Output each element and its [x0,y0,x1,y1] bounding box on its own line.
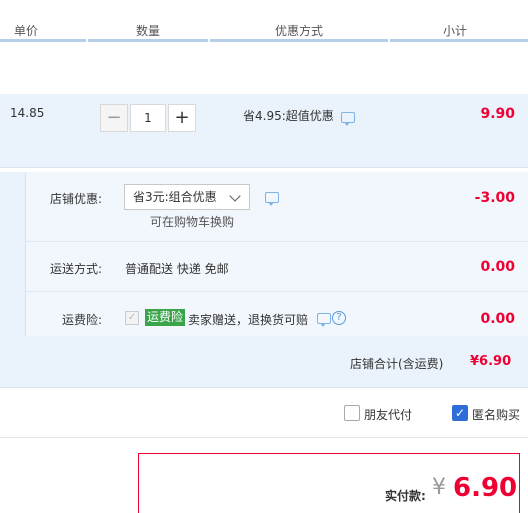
message-icon[interactable] [265,192,279,206]
payment-label: 实付款: [385,489,426,503]
message-icon[interactable] [317,313,331,327]
row-divider [25,241,528,242]
insurance-badge: 运费险 [145,309,186,326]
quantity-decrease-button[interactable]: − [100,104,128,132]
table-header: 单价 数量 优惠方式 小计 [0,0,528,42]
shop-discount-hint: 可在购物车换购 [150,215,235,229]
header-divider [88,39,208,42]
shop-discount-label: 店铺优惠: [50,192,103,206]
insurance-label: 运费险: [62,313,103,327]
insurance-text: 卖家赠送，退换货可赔 [188,313,309,327]
row-divider [25,291,528,292]
shipping-method: 普通配送 快递 免邮 [125,262,229,276]
shop-total-amount: ¥6.90 [470,354,512,369]
question-icon[interactable]: ? [332,311,346,325]
header-price: 单价 [14,24,39,38]
currency-symbol: ¥ [432,475,446,500]
shipping-label: 运送方式: [50,262,103,276]
payment-amount: 6.90 [453,473,518,503]
check-icon: ✓ [454,406,466,420]
anonymous-checkbox[interactable]: ✓ [452,405,468,421]
quantity-input[interactable]: 1 [130,104,166,132]
header-subtotal: 小计 [443,24,468,38]
friend-pay-checkbox[interactable] [344,405,360,421]
insurance-amount: 0.00 [480,311,515,327]
promotion-text: 省4.95:超值优惠 [243,109,334,123]
item-row [0,94,528,168]
friend-pay-label[interactable]: 朋友代付 [364,406,412,423]
insurance-checkbox[interactable]: ✓ [125,311,139,325]
shop-discount-select[interactable]: 省3元:组合优惠 [124,184,250,210]
chevron-down-icon [229,190,241,202]
shop-total-label: 店铺合计(含运费) [350,357,444,371]
shipping-amount: 0.00 [480,259,515,275]
header-divider [390,39,528,42]
header-promotion: 优惠方式 [275,24,324,38]
unit-price: 14.85 [10,106,45,120]
shop-discount-value: 省3元:组合优惠 [133,190,217,204]
header-divider [0,39,86,42]
header-quantity: 数量 [136,24,161,38]
header-divider [210,39,388,42]
shop-discount-amount: -3.00 [474,190,515,206]
section-divider [0,437,528,438]
quantity-increase-button[interactable]: + [168,104,196,132]
item-subtotal: 9.90 [480,106,515,122]
message-icon[interactable] [341,112,355,126]
anonymous-label[interactable]: 匿名购买 [472,406,520,423]
